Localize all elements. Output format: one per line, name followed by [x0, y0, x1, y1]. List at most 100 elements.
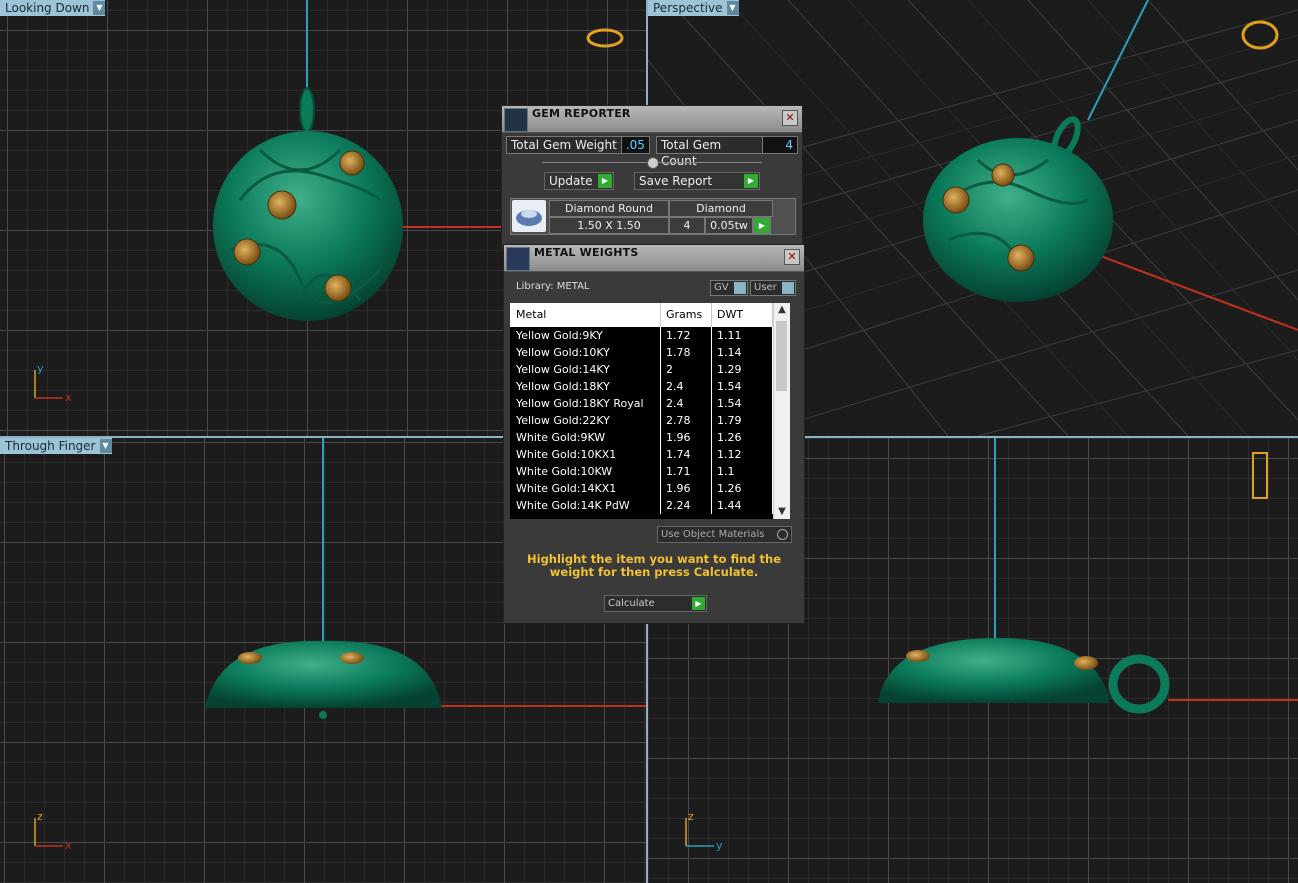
total-gem-count-label: Total Gem Count	[660, 138, 722, 168]
library-label: Library: METAL	[516, 281, 590, 292]
table-scrollbar[interactable]: ▲ ▼	[773, 303, 790, 519]
grams-cell: 1.72	[661, 327, 712, 344]
table-row[interactable]: Yellow Gold:22KY 2.78 1.79	[510, 412, 790, 429]
table-row[interactable]: White Gold:10KX1 1.74 1.12	[510, 446, 790, 463]
metal-name-cell: Yellow Gold:9KY	[510, 327, 661, 344]
gem-row-go-icon[interactable]: ▶	[753, 217, 771, 234]
gem-reporter-logo-icon	[504, 108, 528, 132]
viewport-label-through-finger[interactable]: Through Finger ▼	[0, 438, 112, 454]
grams-cell: 2	[661, 361, 712, 378]
total-gem-weight-label: Total Gem Weight	[511, 138, 617, 152]
total-gem-weight: Total Gem Weight .05	[506, 136, 650, 154]
dwt-cell: 1.12	[712, 446, 773, 463]
grams-cell: 1.78	[661, 344, 712, 361]
bail-loop	[299, 87, 315, 133]
ring-icon	[1252, 452, 1268, 499]
metal-weights-logo-icon	[506, 247, 530, 271]
play-icon: ▶	[744, 174, 758, 188]
axis-label-y: y	[716, 839, 723, 852]
scroll-down-icon[interactable]: ▼	[774, 505, 790, 519]
axis-label-z: z	[37, 810, 43, 823]
total-gem-weight-value: .05	[620, 137, 649, 153]
grams-cell: 2.78	[661, 412, 712, 429]
user-toggle[interactable]: User	[750, 280, 796, 296]
metal-weights-titlebar[interactable]: METAL WEIGHTS ✕	[504, 245, 804, 272]
axis-label-x: x	[65, 391, 72, 404]
table-row[interactable]: White Gold:10KW 1.71 1.1	[510, 463, 790, 480]
column-header-dwt[interactable]: DWT	[712, 303, 773, 327]
metal-name-cell: White Gold:10KX1	[510, 446, 661, 463]
grams-cell: 1.74	[661, 446, 712, 463]
grams-cell: 2.4	[661, 395, 712, 412]
toggle-indicator-icon	[782, 282, 794, 294]
metal-name-cell: White Gold:14K PdW	[510, 497, 661, 514]
scrollbar-thumb[interactable]	[776, 321, 787, 391]
pendant-body	[205, 640, 442, 708]
viewport-label-looking-down[interactable]: Looking Down ▼	[0, 0, 106, 16]
dwt-cell: 1.54	[712, 395, 773, 412]
dropdown-arrow-icon[interactable]: ▼	[99, 439, 112, 453]
gem-list-row[interactable]: Diamond Round Diamond 1.50 X 1.50 4 0.05…	[510, 198, 796, 235]
dwt-cell: 1.44	[712, 497, 773, 514]
dropdown-arrow-icon[interactable]: ▼	[93, 1, 106, 15]
metal-name-cell: Yellow Gold:18KY	[510, 378, 661, 395]
bail-loop	[1108, 654, 1170, 714]
use-object-materials-toggle[interactable]: Use Object Materials	[657, 526, 792, 543]
toggle-indicator-icon	[734, 282, 746, 294]
metal-name-cell: Yellow Gold:18KY Royal	[510, 395, 661, 412]
metal-name-cell: White Gold:14KX1	[510, 480, 661, 497]
gv-toggle[interactable]: GV	[710, 280, 748, 296]
gem-shape: Diamond Round	[549, 200, 669, 217]
column-header-metal[interactable]: Metal	[510, 303, 661, 327]
calculate-button[interactable]: Calculate ▶	[604, 595, 707, 612]
table-row[interactable]: Yellow Gold:18KY Royal 2.4 1.54	[510, 395, 790, 412]
update-button-label: Update	[549, 174, 593, 188]
scroll-up-icon[interactable]: ▲	[774, 303, 790, 317]
gem-reporter-panel: GEM REPORTER ✕ Total Gem Weight .05 Tota…	[501, 105, 803, 249]
table-row-partial[interactable]	[510, 514, 790, 519]
table-row[interactable]: Yellow Gold:9KY 1.72 1.11	[510, 327, 790, 344]
dwt-cell: 1.14	[712, 344, 773, 361]
axis-label-z: z	[688, 810, 694, 823]
gem-reporter-titlebar[interactable]: GEM REPORTER ✕	[502, 106, 802, 133]
total-gem-count-value: 4	[762, 137, 797, 153]
table-row[interactable]: White Gold:14K PdW 2.24 1.44	[510, 497, 790, 514]
column-header-grams[interactable]: Grams	[661, 303, 712, 327]
dwt-cell: 1.79	[712, 412, 773, 429]
axis-label-x: x	[65, 839, 72, 852]
play-icon: ▶	[598, 174, 612, 188]
table-row[interactable]: White Gold:14KX1 1.96 1.26	[510, 480, 790, 497]
ring-icon	[586, 28, 624, 48]
metal-table[interactable]: Metal Grams DWT Yellow Gold:9KY 1.72 1.11 Y…	[510, 303, 790, 519]
metal-name-cell: White Gold:9KW	[510, 429, 661, 446]
table-row[interactable]: Yellow Gold:14KY 2 1.29	[510, 361, 790, 378]
table-row[interactable]: White Gold:9KW 1.96 1.26	[510, 429, 790, 446]
diamond-round-icon	[512, 200, 546, 232]
ring-icon	[1241, 20, 1279, 50]
dwt-cell: 1.26	[712, 429, 773, 446]
axis-label-y: y	[37, 362, 44, 375]
metal-name-cell: Yellow Gold:14KY	[510, 361, 661, 378]
gem-count: 4	[669, 217, 705, 234]
table-row[interactable]: Yellow Gold:10KY 1.78 1.14	[510, 344, 790, 361]
table-row[interactable]: Yellow Gold:18KY 2.4 1.54	[510, 378, 790, 395]
gv-toggle-label: GV	[714, 282, 729, 293]
metal-name-cell: White Gold:10KW	[510, 463, 661, 480]
panel-slider-knob[interactable]	[647, 157, 659, 169]
panel-title: METAL WEIGHTS	[534, 246, 639, 259]
viewport-name: Perspective	[653, 1, 723, 15]
dwt-cell: 1.1	[712, 463, 773, 480]
save-report-button[interactable]: Save Report ▶	[634, 172, 760, 190]
update-button[interactable]: Update ▶	[544, 172, 614, 190]
calculate-button-label: Calculate	[608, 598, 655, 609]
grams-cell: 2.24	[661, 497, 712, 514]
grams-cell: 1.96	[661, 480, 712, 497]
grams-cell: 1.71	[661, 463, 712, 480]
total-gem-count: Total Gem Count 4	[655, 136, 798, 168]
dropdown-arrow-icon[interactable]: ▼	[726, 1, 739, 15]
close-icon[interactable]: ✕	[782, 110, 798, 126]
close-icon[interactable]: ✕	[784, 249, 800, 265]
dwt-cell: 1.26	[712, 480, 773, 497]
dwt-cell: 1.11	[712, 327, 773, 344]
viewport-label-perspective[interactable]: Perspective ▼	[648, 0, 739, 16]
